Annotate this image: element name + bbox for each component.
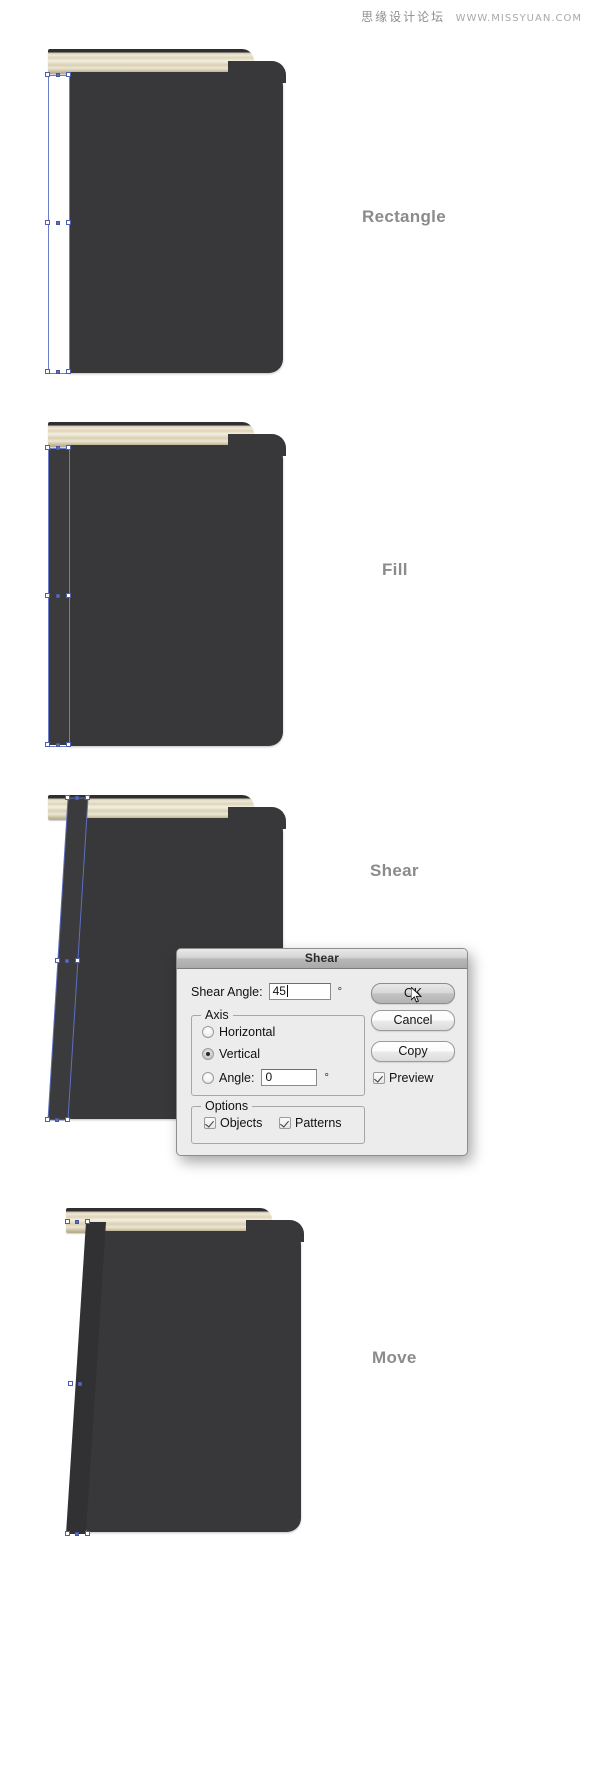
anchor-point-bottom-mid[interactable] — [75, 1532, 79, 1536]
anchor-point-top-mid[interactable] — [75, 1220, 79, 1224]
dialog-titlebar[interactable]: Shear — [177, 949, 467, 969]
watermark: 思缘设计论坛 WWW.MISSYUAN.COM — [361, 8, 582, 25]
arrow-cursor-icon — [411, 987, 422, 1003]
anchor-point-bottom-mid[interactable] — [55, 1118, 59, 1122]
anchor-point-mid-left[interactable] — [45, 593, 50, 598]
anchor-point-top-right[interactable] — [85, 795, 90, 800]
option-objects-label: Objects — [220, 1116, 263, 1130]
anchor-point-top-mid[interactable] — [56, 73, 60, 77]
options-group: Options Objects Patterns — [191, 1099, 365, 1144]
watermark-url: WWW.MISSYUAN.COM — [455, 13, 582, 24]
copy-button-label: Copy — [398, 1044, 428, 1058]
selection-move-anchors[interactable] — [64, 1219, 124, 1552]
anchor-point-center[interactable] — [65, 959, 69, 963]
shear-dialog[interactable]: Shear Shear Angle: 45 ° Axis Horizontal … — [176, 948, 468, 1156]
book-cover — [68, 445, 283, 746]
option-patterns[interactable]: Patterns — [279, 1116, 342, 1130]
anchor-point-mid-left[interactable] — [45, 220, 50, 225]
axis-group: Axis Horizontal Vertical Angle: 0 ° — [191, 1008, 365, 1096]
axis-option-angle-label: Angle: — [219, 1070, 255, 1085]
anchor-point-bottom-left[interactable] — [45, 1117, 50, 1122]
anchor-point-bottom-right[interactable] — [85, 1531, 90, 1536]
axis-option-vertical-label: Vertical — [219, 1047, 260, 1061]
book-cover-top-cap — [228, 61, 286, 83]
anchor-point-top-left[interactable] — [45, 72, 50, 77]
anchor-point-bottom-right[interactable] — [66, 369, 71, 374]
step-label-move: Move — [372, 1348, 417, 1367]
anchor-point-mid-right[interactable] — [66, 593, 71, 598]
step-label-fill: Fill — [382, 560, 408, 579]
axis-angle-input[interactable]: 0 — [261, 1069, 318, 1086]
shear-angle-label: Shear Angle: — [191, 984, 263, 999]
option-objects[interactable]: Objects — [204, 1116, 262, 1130]
anchor-point-mid-right[interactable] — [75, 958, 80, 963]
watermark-site-name: 思缘设计论坛 — [361, 10, 446, 24]
copy-button[interactable]: Copy — [371, 1041, 455, 1062]
checkbox-icon[interactable] — [373, 1072, 385, 1084]
book-cover-top-cap — [246, 1220, 304, 1242]
checkbox-icon[interactable] — [279, 1117, 291, 1129]
anchor-point-center[interactable] — [56, 221, 60, 225]
options-group-title: Options — [201, 1099, 253, 1113]
anchor-point-center[interactable] — [78, 1382, 82, 1386]
shear-angle-value: 45 — [272, 984, 286, 998]
axis-option-horizontal-label: Horizontal — [219, 1025, 276, 1039]
book-page-edges — [48, 49, 254, 74]
anchor-point-top-right[interactable] — [85, 1219, 90, 1224]
radio-button-icon[interactable] — [202, 1026, 214, 1038]
book-cover-top-cap — [228, 434, 286, 456]
axis-option-horizontal[interactable]: Horizontal — [202, 1025, 275, 1039]
anchor-point-bottom-left[interactable] — [65, 1531, 70, 1536]
degree-symbol-axis-angle: ° — [324, 1071, 329, 1084]
axis-option-angle[interactable]: Angle: 0 ° — [202, 1069, 329, 1086]
cancel-button-label: Cancel — [393, 1013, 433, 1027]
selection-rectangle-step2[interactable] — [45, 445, 71, 747]
shear-angle-input[interactable]: 45 — [268, 983, 331, 1000]
book-illustration-rectangle — [48, 49, 288, 375]
anchor-point-top-right[interactable] — [66, 445, 71, 450]
checkbox-icon[interactable] — [204, 1117, 216, 1129]
text-caret — [286, 985, 288, 997]
anchor-point-bottom-right[interactable] — [66, 742, 71, 747]
degree-symbol-angle: ° — [337, 985, 342, 998]
anchor-point-top-mid[interactable] — [75, 796, 79, 800]
anchor-point-top-left[interactable] — [45, 445, 50, 450]
selection-rectangle-step1[interactable] — [45, 72, 71, 374]
dialog-title: Shear — [304, 951, 340, 965]
anchor-point-top-mid[interactable] — [56, 446, 60, 450]
anchor-point-bottom-left[interactable] — [45, 742, 50, 747]
book-page-edges — [48, 422, 254, 447]
anchor-point-top-left[interactable] — [65, 795, 70, 800]
anchor-point-bottom-left[interactable] — [45, 369, 50, 374]
radio-button-icon[interactable] — [202, 1071, 214, 1084]
anchor-point-top-right[interactable] — [66, 72, 71, 77]
cancel-button[interactable]: Cancel — [371, 1010, 455, 1031]
anchor-point-top-left[interactable] — [65, 1219, 70, 1224]
preview-label: Preview — [389, 1071, 434, 1085]
axis-option-vertical[interactable]: Vertical — [202, 1047, 260, 1061]
dialog-body: Shear Angle: 45 ° Axis Horizontal Vertic… — [177, 969, 467, 1155]
axis-angle-value: 0 — [265, 1070, 273, 1084]
option-patterns-label: Patterns — [295, 1116, 342, 1130]
anchor-point-mid-left[interactable] — [55, 958, 60, 963]
book-cover-top-cap — [228, 807, 286, 829]
anchor-point-bottom-mid[interactable] — [56, 743, 60, 747]
step-label-shear: Shear — [370, 861, 419, 880]
preview-option[interactable]: Preview — [373, 1071, 433, 1085]
anchor-point-mid-left[interactable] — [68, 1381, 73, 1386]
radio-button-icon[interactable] — [202, 1048, 214, 1060]
book-cover — [68, 72, 283, 373]
anchor-point-center[interactable] — [56, 594, 60, 598]
anchor-point-bottom-mid[interactable] — [56, 370, 60, 374]
axis-group-title: Axis — [201, 1008, 233, 1022]
anchor-point-bottom-right[interactable] — [65, 1117, 70, 1122]
anchor-point-mid-right[interactable] — [66, 220, 71, 225]
selection-shear-anchors[interactable] — [44, 790, 104, 1135]
step-label-rectangle: Rectangle — [362, 207, 446, 226]
shear-angle-row: Shear Angle: 45 ° — [191, 983, 342, 1000]
book-illustration-fill — [48, 422, 288, 748]
